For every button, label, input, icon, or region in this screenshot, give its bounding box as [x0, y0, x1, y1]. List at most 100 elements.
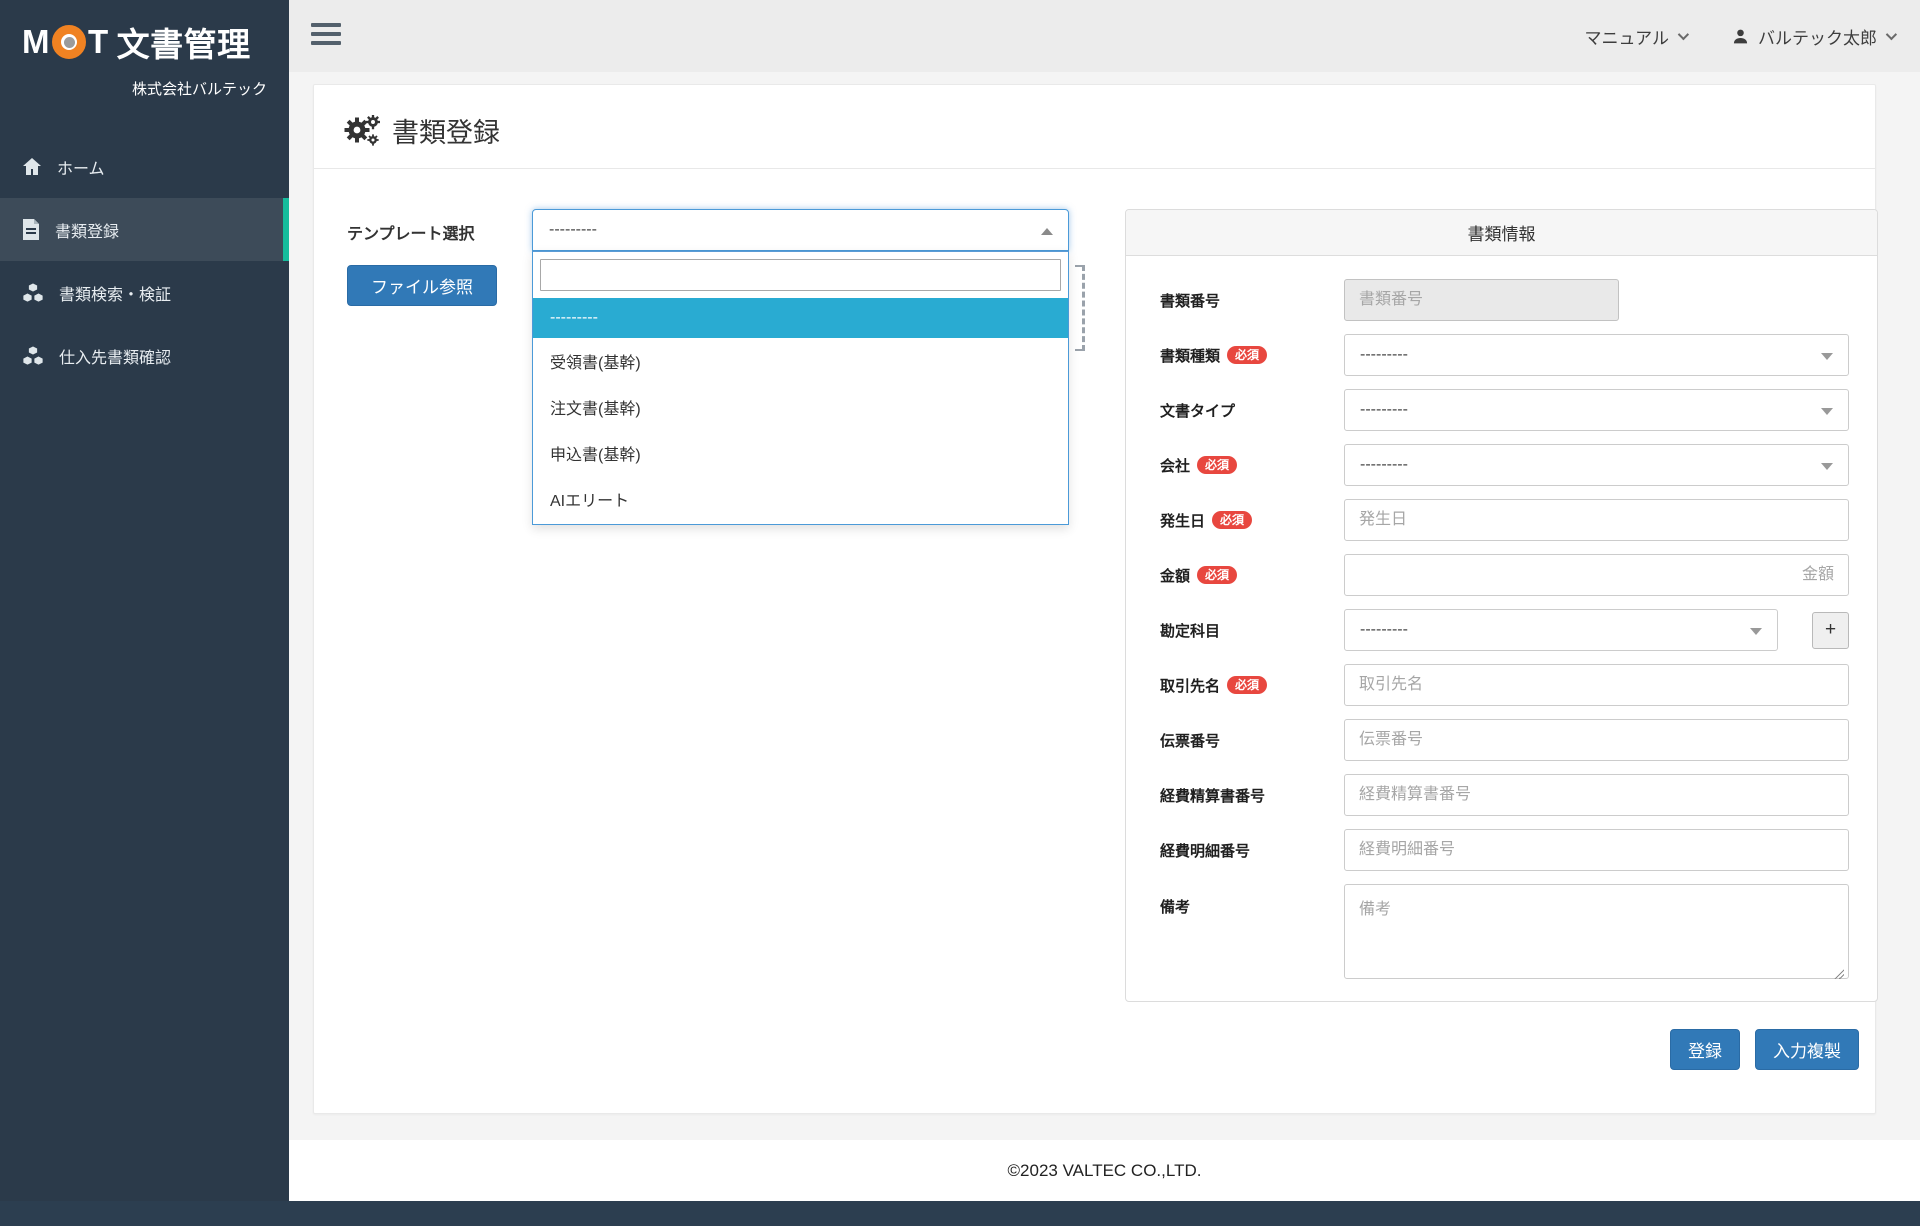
top-navbar: マニュアル バルテック太郎	[289, 0, 1920, 72]
sidebar-item-label: 書類検索・検証	[59, 281, 171, 305]
account-title-select[interactable]: ---------	[1344, 609, 1778, 651]
sidebar-item-home[interactable]: ホーム	[0, 135, 289, 198]
manual-label: マニュアル	[1585, 24, 1670, 49]
sidebar-item-document-register[interactable]: 書類登録	[0, 198, 289, 261]
dropdown-option[interactable]: 申込書(基幹)	[533, 430, 1068, 476]
field-row: 取引先名必須	[1160, 664, 1849, 706]
duplicate-input-button[interactable]: 入力複製	[1755, 1029, 1859, 1070]
logo-t: T	[88, 23, 109, 61]
file-browse-button[interactable]: ファイル参照	[347, 265, 497, 306]
field-label: 発生日	[1160, 510, 1205, 531]
sidebar-item-label: 書類登録	[55, 218, 119, 242]
logo-m: M	[22, 23, 50, 61]
chevron-down-icon	[1678, 29, 1689, 40]
dropdown-search-input[interactable]	[540, 259, 1061, 291]
hamburger-menu-icon[interactable]	[311, 23, 341, 50]
app-logo: M T 文書管理 株式会社バルテック	[0, 0, 289, 107]
logo-suffix: 文書管理	[117, 18, 251, 66]
occurrence-date-input[interactable]	[1344, 499, 1849, 541]
field-label: 金額	[1160, 565, 1190, 586]
field-label: 取引先名	[1160, 675, 1220, 696]
field-row: 勘定科目 --------- +	[1160, 609, 1849, 651]
field-label: 伝票番号	[1160, 730, 1220, 751]
select-value: ---------	[1360, 401, 1408, 419]
field-row: 会社必須 ---------	[1160, 444, 1849, 486]
field-row: 経費明細番号	[1160, 829, 1849, 871]
logo-text: M T 文書管理	[22, 18, 267, 66]
sidebar-item-label: ホーム	[57, 155, 105, 179]
field-label: 文書タイプ	[1160, 400, 1235, 421]
page-title: 書類登録	[392, 111, 500, 150]
sidebar-item-label: 仕入先書類確認	[59, 344, 171, 368]
field-row: 書類種類必須 ---------	[1160, 334, 1849, 376]
field-row: 備考	[1160, 884, 1849, 984]
document-number-input	[1344, 279, 1619, 321]
dropdown-option[interactable]: 受領書(基幹)	[533, 338, 1068, 384]
field-row: 経費精算書番号	[1160, 774, 1849, 816]
panel-title: 書類情報	[1126, 210, 1877, 256]
field-label: 備考	[1160, 896, 1190, 917]
resize-handle[interactable]	[1833, 968, 1844, 979]
field-row: 発生日必須	[1160, 499, 1849, 541]
slip-number-input[interactable]	[1344, 719, 1849, 761]
chevron-down-icon	[1750, 628, 1762, 635]
cogs-icon	[344, 115, 380, 147]
template-select-value: ---------	[549, 221, 597, 239]
chevron-up-icon	[1041, 228, 1053, 235]
cubes-icon	[22, 282, 44, 304]
expense-report-number-input[interactable]	[1344, 774, 1849, 816]
field-label: 経費明細番号	[1160, 840, 1250, 861]
bottom-strip	[0, 1201, 1920, 1226]
copyright-text: ©2023 VALTEC CO.,LTD.	[1008, 1161, 1202, 1181]
remarks-textarea[interactable]	[1344, 884, 1849, 979]
dropdown-option[interactable]: AIエリート	[533, 476, 1068, 522]
template-select-box[interactable]: ---------	[532, 209, 1069, 251]
user-icon	[1732, 28, 1749, 45]
sidebar-item-supplier-documents[interactable]: 仕入先書類確認	[0, 324, 289, 387]
template-select-dropdown: --------- 受領書(基幹) 注文書(基幹) 申込書(基幹) AIエリート	[532, 251, 1069, 525]
field-label: 勘定科目	[1160, 620, 1220, 641]
company-name: 株式会社バルテック	[22, 78, 267, 99]
template-select-label: テンプレート選択	[347, 209, 532, 244]
document-kind-select[interactable]: ---------	[1344, 334, 1849, 376]
document-type-select[interactable]: ---------	[1344, 389, 1849, 431]
document-icon	[22, 219, 40, 240]
amount-input[interactable]	[1344, 554, 1849, 596]
field-label: 会社	[1160, 455, 1190, 476]
field-row: 伝票番号	[1160, 719, 1849, 761]
dropdown-option[interactable]: 注文書(基幹)	[533, 384, 1068, 430]
native-select-artifact	[1075, 265, 1085, 351]
chevron-down-icon	[1821, 408, 1833, 415]
company-select[interactable]: ---------	[1344, 444, 1849, 486]
field-row: 文書タイプ ---------	[1160, 389, 1849, 431]
chevron-down-icon	[1821, 463, 1833, 470]
field-row: 金額必須	[1160, 554, 1849, 596]
expense-detail-number-input[interactable]	[1344, 829, 1849, 871]
main-card: 書類登録 テンプレート選択 --------- ---------	[313, 84, 1876, 1114]
logo-o-icon	[52, 25, 86, 59]
chevron-down-icon	[1821, 353, 1833, 360]
sidebar-menu: ホーム 書類登録 書類検索・検証 仕入先書類確認	[0, 135, 289, 387]
required-badge: 必須	[1227, 346, 1267, 364]
required-badge: 必須	[1197, 456, 1237, 474]
manual-menu[interactable]: マニュアル	[1585, 24, 1687, 49]
select-value: ---------	[1360, 456, 1408, 474]
partner-name-input[interactable]	[1344, 664, 1849, 706]
user-menu[interactable]: バルテック太郎	[1732, 24, 1894, 49]
register-button[interactable]: 登録	[1670, 1029, 1740, 1070]
home-icon	[22, 157, 42, 177]
document-info-panel: 書類情報 書類番号 書類種類必須 --------- 文書タイプ -------…	[1125, 209, 1878, 1002]
sidebar: M T 文書管理 株式会社バルテック ホーム 書類登録 書類検索・検証 仕入先書…	[0, 0, 289, 1226]
select-value: ---------	[1360, 346, 1408, 364]
required-badge: 必須	[1197, 566, 1237, 584]
field-label: 書類種類	[1160, 345, 1220, 366]
template-select: --------- --------- 受領書(基幹) 注文書(基幹) 申込書(…	[532, 209, 1069, 251]
field-row: 書類番号	[1160, 279, 1849, 321]
required-badge: 必須	[1227, 676, 1267, 694]
select-value: ---------	[1360, 621, 1408, 639]
field-label: 経費精算書番号	[1160, 785, 1265, 806]
dropdown-option[interactable]: ---------	[533, 298, 1068, 338]
chevron-down-icon	[1886, 29, 1897, 40]
add-account-button[interactable]: +	[1812, 612, 1849, 649]
sidebar-item-document-search[interactable]: 書類検索・検証	[0, 261, 289, 324]
